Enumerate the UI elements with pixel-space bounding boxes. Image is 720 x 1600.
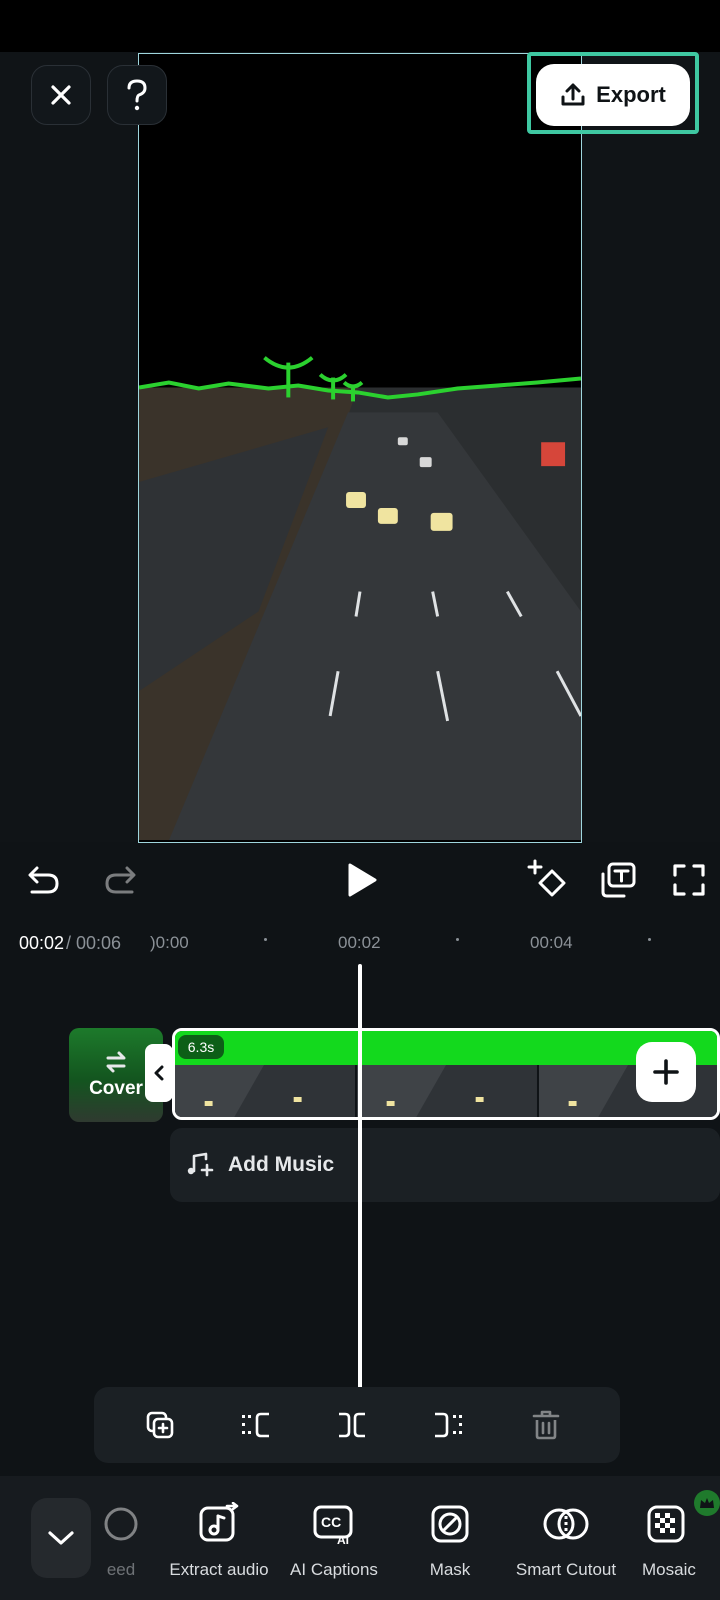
text-box-icon [601, 862, 636, 898]
export-button[interactable]: Export [536, 64, 690, 126]
delete-button[interactable] [524, 1403, 568, 1447]
chevron-down-icon [48, 1531, 74, 1545]
toolbar-label: Extract audio [169, 1560, 269, 1579]
upload-icon [561, 83, 585, 106]
trash-icon [532, 1410, 560, 1440]
keyframe-add-icon [527, 859, 566, 897]
duplicate-button[interactable] [138, 1403, 182, 1447]
toolbar-item-extract-audio[interactable]: Extract audio [154, 1500, 284, 1590]
play-icon [348, 863, 377, 897]
ruler-tick: 00:02 [338, 933, 381, 952]
play-button[interactable] [340, 858, 384, 902]
video-preview[interactable] [138, 53, 582, 843]
fullscreen-icon [673, 864, 705, 896]
close-icon [51, 85, 71, 105]
swap-icon [106, 1051, 126, 1073]
video-frame-image [139, 54, 581, 841]
edit-tools-bar [94, 1387, 620, 1463]
add-clip-button[interactable] [636, 1042, 696, 1102]
fullscreen-button[interactable] [667, 858, 711, 902]
undo-button[interactable] [22, 858, 66, 902]
status-bar-area [0, 0, 720, 52]
split-icon [339, 1412, 365, 1438]
clip-trim-handle[interactable] [145, 1044, 173, 1102]
playhead[interactable] [358, 964, 362, 1390]
undo-icon [28, 866, 59, 894]
ruler-tick: )0:00 [150, 933, 189, 952]
current-time: 00:02 [19, 933, 65, 953]
export-label: Export [596, 82, 666, 107]
trim-start-button[interactable] [234, 1403, 278, 1447]
duplicate-icon [146, 1411, 174, 1439]
text-template-button[interactable] [596, 858, 640, 902]
svg-text:AI: AI [337, 1533, 349, 1546]
smart-cutout-icon [542, 1500, 590, 1548]
trim-end-icon [435, 1412, 462, 1438]
premium-crown-badge [694, 1490, 720, 1516]
extract-audio-icon [195, 1500, 243, 1548]
ruler-dot [456, 938, 459, 941]
ruler-dot [648, 938, 651, 941]
clip-duration-badge: 6.3s [178, 1035, 224, 1059]
keyframe-button[interactable] [523, 856, 571, 904]
ruler-tick: 00:04 [530, 933, 573, 952]
redo-button[interactable] [98, 858, 142, 902]
mosaic-icon [642, 1500, 690, 1548]
toolbar-item-mask[interactable]: Mask [385, 1500, 515, 1590]
help-icon [127, 79, 147, 111]
close-button[interactable] [31, 65, 91, 125]
add-music-label: Add Music [228, 1153, 335, 1176]
speed-icon [97, 1500, 145, 1548]
help-button[interactable] [107, 65, 167, 125]
chevron-left-icon [154, 1065, 164, 1081]
trim-start-icon [242, 1412, 269, 1438]
toolbar-label: Mosaic [642, 1560, 696, 1579]
toolbar-item-ai-captions[interactable]: CC AI AI Captions [269, 1500, 399, 1590]
ai-captions-icon: CC AI [310, 1500, 358, 1548]
split-button[interactable] [330, 1403, 374, 1447]
collapse-toolbar-button[interactable] [31, 1498, 91, 1578]
add-music-track[interactable]: Add Music [170, 1128, 720, 1202]
mask-icon [426, 1500, 474, 1548]
cover-label: Cover [89, 1078, 143, 1099]
svg-text:CC: CC [321, 1514, 341, 1530]
ruler-dot [264, 938, 267, 941]
music-add-icon [187, 1152, 214, 1177]
crown-icon [700, 1498, 714, 1508]
trim-end-button[interactable] [426, 1403, 470, 1447]
plus-icon [653, 1059, 679, 1085]
total-time: / 00:06 [66, 933, 122, 953]
redo-icon [105, 866, 136, 894]
toolbar-label: Mask [429, 1560, 471, 1579]
toolbar-label: AI Captions [290, 1560, 378, 1579]
